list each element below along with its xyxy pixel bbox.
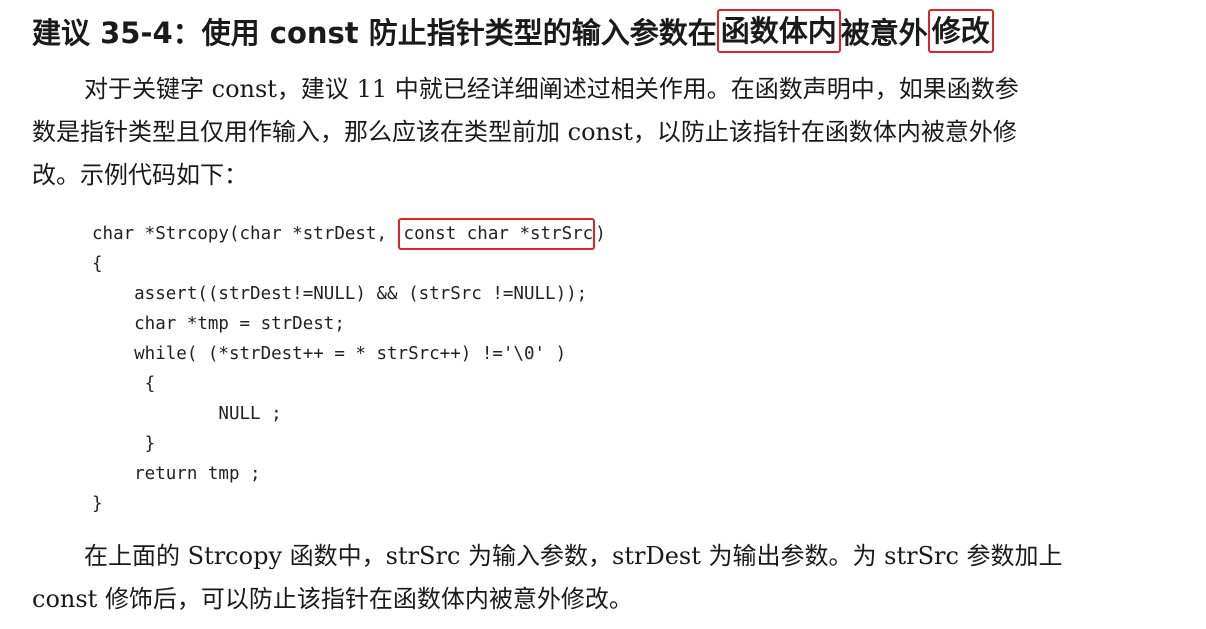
intro-line-2: 数是指针类型且仅用作输入，那么应该在类型前加 const，以防止该指针在函数体内… bbox=[32, 118, 1017, 146]
code-line-2: { bbox=[92, 254, 103, 274]
code-line-6: { bbox=[92, 374, 156, 394]
code-line-1: char *Strcopy(char *strDest, const char … bbox=[92, 218, 606, 250]
code-line-3: assert((strDest!=NULL) && (strSrc !=NULL… bbox=[92, 284, 588, 304]
heading-middle: 被意外 bbox=[840, 16, 928, 50]
code-line-4: char *tmp = strDest; bbox=[92, 314, 345, 334]
heading-prefix: 建议 35-4：使用 const 防止指针类型的输入参数在 bbox=[32, 16, 717, 50]
section-heading: 建议 35-4：使用 const 防止指针类型的输入参数在 函数体内 被意外 修改 bbox=[32, 8, 994, 54]
intro-line-1: 对于关键字 const，建议 11 中就已经详细阐述过相关作用。在函数声明中，如… bbox=[84, 75, 1019, 103]
code-highlight-const-param: const char *strSrc bbox=[397, 218, 596, 250]
summary-line-1: 在上面的 Strcopy 函数中，strSrc 为输入参数，strDest 为输… bbox=[84, 542, 1063, 570]
intro-line-3: 改。示例代码如下： bbox=[32, 161, 248, 189]
code-line-1-post: ) bbox=[595, 224, 606, 244]
summary-paragraph: 在上面的 Strcopy 函数中，strSrc 为输入参数，strDest 为输… bbox=[32, 535, 1182, 621]
heading-highlight-function-body: 函数体内 bbox=[716, 9, 841, 53]
heading-highlight-modify: 修改 bbox=[927, 9, 994, 53]
document-page: 建议 35-4：使用 const 防止指针类型的输入参数在 函数体内 被意外 修改 对… bbox=[0, 0, 1206, 629]
code-line-9: return tmp ; bbox=[92, 464, 261, 484]
code-block: char *Strcopy(char *strDest, const char … bbox=[92, 218, 606, 519]
code-line-7: NULL ; bbox=[92, 404, 282, 424]
code-line-8: } bbox=[92, 434, 156, 454]
code-line-5: while( (*strDest++ = * strSrc++) !='\0' … bbox=[92, 344, 567, 364]
code-line-1-pre: char *Strcopy(char *strDest, bbox=[92, 224, 398, 244]
summary-line-2: const 修饰后，可以防止该指针在函数体内被意外修改。 bbox=[32, 585, 633, 613]
code-line-10: } bbox=[92, 494, 103, 514]
intro-paragraph: 对于关键字 const，建议 11 中就已经详细阐述过相关作用。在函数声明中，如… bbox=[32, 68, 1182, 197]
